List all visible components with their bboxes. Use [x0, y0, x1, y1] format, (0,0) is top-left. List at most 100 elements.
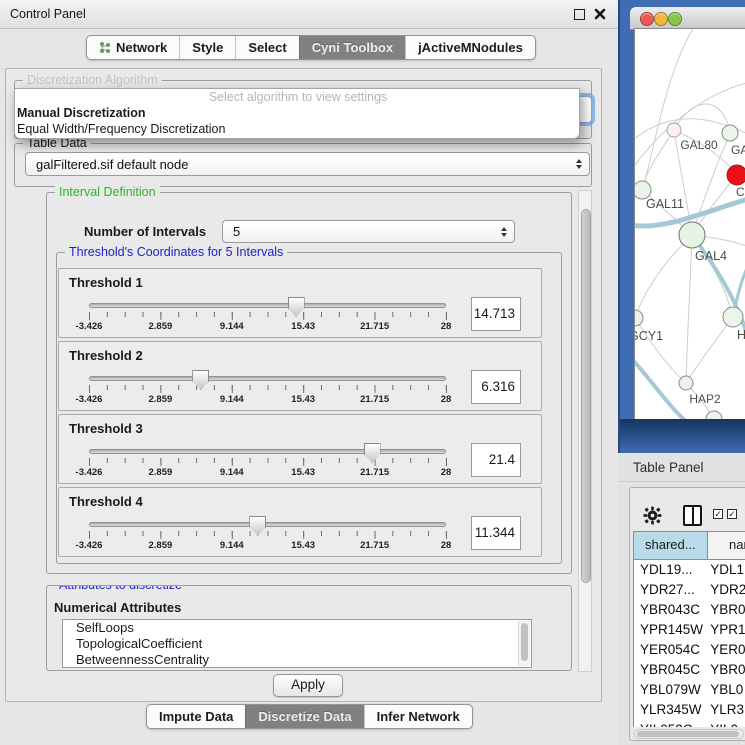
slider-track[interactable]	[89, 522, 446, 527]
network-node[interactable]	[723, 307, 743, 327]
top-tab-bar: Network Style Select Cyni Toolbox jActiv…	[86, 35, 536, 60]
group-label-discretization-algorithm: Discretization Algorithm	[23, 73, 162, 87]
vertical-scrollbar[interactable]	[578, 190, 592, 672]
threshold-value-field[interactable]: 6.316	[471, 370, 521, 404]
tab-cyni-toolbox[interactable]: Cyni Toolbox	[299, 36, 405, 59]
threshold-value-field[interactable]: 21.4	[471, 443, 521, 477]
network-node[interactable]	[679, 376, 693, 390]
cell-shared-name[interactable]: YER054C	[634, 640, 707, 660]
cell-shared-name[interactable]: YPR145W	[634, 620, 707, 640]
cell-name[interactable]: YDL1	[707, 560, 745, 580]
network-window-titlebar[interactable]	[630, 7, 745, 30]
tab-discretize-data[interactable]: Discretize Data	[245, 705, 363, 728]
threshold-slider[interactable]: -3.4262.8599.14415.4321.71528	[89, 297, 446, 335]
threshold-slider[interactable]: -3.4262.8599.14415.4321.71528	[89, 443, 446, 481]
tab-jactivemnodules[interactable]: jActiveMNodules	[405, 36, 535, 59]
cell-shared-name[interactable]: YDL19...	[634, 560, 707, 580]
table-row[interactable]: YIL052CYIL0	[634, 720, 745, 727]
slider-track[interactable]	[89, 449, 446, 454]
dropdown-placeholder-item[interactable]: Select algorithm to view settings	[15, 89, 579, 105]
cell-shared-name[interactable]: YIL052C	[634, 720, 707, 727]
float-window-icon[interactable]	[574, 9, 585, 20]
split-table-icon[interactable]	[683, 505, 702, 526]
numerical-attributes-list[interactable]: SelfLoopsTopologicalCoefficientBetweenne…	[62, 619, 532, 668]
list-scrollbar-thumb[interactable]	[521, 623, 528, 661]
network-canvas[interactable]: GAL80GACGAL11GAL4GCY1HHAP2	[635, 29, 745, 419]
network-edge[interactable]	[674, 104, 730, 133]
close-traffic-light[interactable]	[640, 12, 654, 26]
table-row[interactable]: YDR27...YDR2	[634, 580, 745, 600]
cell-name[interactable]: YBR0	[707, 600, 745, 620]
column-header-shared-name[interactable]: shared...	[634, 532, 708, 559]
network-edge[interactable]	[686, 235, 692, 383]
network-node[interactable]	[635, 310, 643, 326]
threshold-slider[interactable]: -3.4262.8599.14415.4321.71528	[89, 516, 446, 554]
cell-name[interactable]: YPR1	[707, 620, 745, 640]
scrollbar-thumb[interactable]	[637, 731, 739, 737]
network-node[interactable]	[706, 411, 722, 419]
threshold-value-field[interactable]: 14.713	[471, 297, 521, 331]
cell-shared-name[interactable]: YLR345W	[634, 700, 707, 720]
checkbox-icon[interactable]	[727, 509, 737, 519]
slider-track[interactable]	[89, 376, 446, 381]
table-row[interactable]: YLR345WYLR3	[634, 700, 745, 720]
cell-name[interactable]: YLR3	[707, 700, 745, 720]
slider-minor-ticks	[89, 458, 446, 463]
horizontal-scrollbar[interactable]	[634, 729, 744, 739]
table-data-select[interactable]: galFiltered.sif default node	[25, 152, 590, 176]
attribute-list-item[interactable]: BetweennessCentrality	[63, 652, 531, 668]
minimize-traffic-light[interactable]	[654, 12, 668, 26]
table-row[interactable]: YBL079WYBL0	[634, 680, 745, 700]
cell-shared-name[interactable]: YBL079W	[634, 680, 707, 700]
threshold-slider[interactable]: -3.4262.8599.14415.4321.71528	[89, 370, 446, 408]
gear-icon[interactable]	[643, 506, 662, 525]
cell-name[interactable]: YBL0	[707, 680, 745, 700]
close-icon[interactable]	[594, 8, 606, 20]
slider-track[interactable]	[89, 303, 446, 308]
table-row[interactable]: YDL19...YDL1	[634, 560, 745, 580]
zoom-traffic-light[interactable]	[668, 12, 682, 26]
cell-shared-name[interactable]: YDR27...	[634, 580, 707, 600]
list-scrollbar[interactable]	[518, 621, 530, 666]
slider-minor-ticks	[89, 531, 446, 536]
network-node-label: HAP2	[689, 392, 721, 406]
network-node[interactable]	[679, 222, 705, 248]
network-edge[interactable]	[642, 130, 674, 190]
tick-label: 21.715	[360, 321, 389, 332]
tab-infer-network[interactable]: Infer Network	[364, 705, 472, 728]
tab-select[interactable]: Select	[235, 36, 298, 59]
tick-label: -3.426	[76, 394, 103, 405]
network-edge[interactable]	[643, 29, 699, 187]
network-edge[interactable]	[686, 317, 733, 383]
cell-shared-name[interactable]: YBR043C	[634, 600, 707, 620]
tab-style[interactable]: Style	[179, 36, 235, 59]
cell-name[interactable]: YIL0	[707, 720, 745, 727]
network-edge[interactable]	[692, 235, 733, 317]
tab-network[interactable]: Network	[87, 36, 179, 59]
cell-name[interactable]: YDR2	[707, 580, 745, 600]
scrollbar-thumb[interactable]	[581, 209, 591, 583]
threshold-value-field[interactable]: 11.344	[471, 516, 521, 550]
network-edge[interactable]	[635, 235, 692, 318]
node-table[interactable]: shared... name YDL19...YDL1YDR27...YDR2Y…	[633, 531, 745, 727]
cell-name[interactable]: YBR0	[707, 660, 745, 680]
tick-label: 21.715	[360, 394, 389, 405]
cell-shared-name[interactable]: YBR045C	[634, 660, 707, 680]
attribute-list-item[interactable]: SelfLoops	[63, 620, 531, 636]
network-node[interactable]	[667, 123, 681, 137]
network-node[interactable]	[727, 165, 745, 185]
table-row[interactable]: YBR045CYBR0	[634, 660, 745, 680]
attribute-list-item[interactable]: TopologicalCoefficient	[63, 636, 531, 652]
tab-impute-data[interactable]: Impute Data	[147, 705, 245, 728]
dropdown-item-equal-width-frequency[interactable]: Equal Width/Frequency Discretization	[15, 121, 579, 137]
cell-name[interactable]: YER0	[707, 640, 745, 660]
column-header-name[interactable]: name	[708, 532, 745, 559]
number-of-intervals-select[interactable]: 5	[222, 220, 515, 243]
table-row[interactable]: YPR145WYPR1	[634, 620, 745, 640]
dropdown-item-manual-discretization[interactable]: Manual Discretization	[15, 105, 579, 121]
checkbox-icon[interactable]	[713, 509, 723, 519]
network-node[interactable]	[722, 125, 738, 141]
table-row[interactable]: YER054CYER0	[634, 640, 745, 660]
apply-button[interactable]: Apply	[273, 674, 343, 697]
table-row[interactable]: YBR043CYBR0	[634, 600, 745, 620]
